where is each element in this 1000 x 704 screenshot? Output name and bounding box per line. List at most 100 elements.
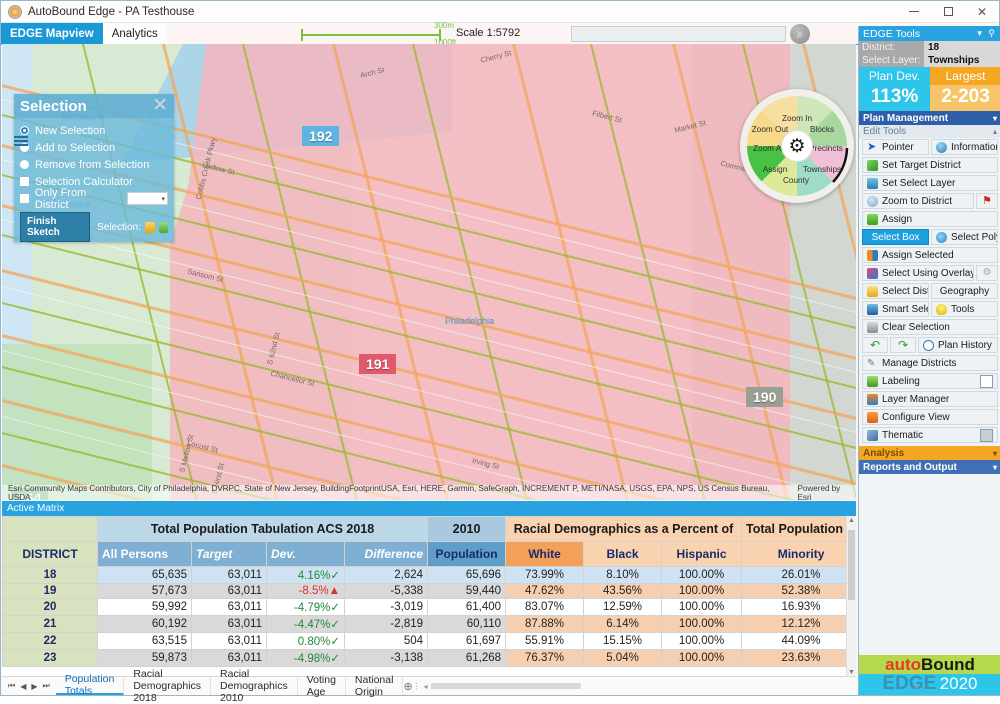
tool-configure-view[interactable]: Configure View bbox=[862, 409, 998, 425]
scroll-grip-icon[interactable]: ⋮ bbox=[413, 682, 421, 691]
tool-zoom-to-district[interactable]: Zoom to District bbox=[862, 193, 974, 209]
sheet-tab-racial-demographics-2010[interactable]: Racial Demographics 2010 bbox=[211, 668, 298, 704]
cell-district[interactable]: 19 bbox=[2, 583, 98, 599]
cell-district[interactable]: 22 bbox=[2, 632, 98, 650]
sheet-tab-voting-age[interactable]: Voting Age bbox=[298, 674, 346, 698]
lock-green-icon[interactable] bbox=[158, 221, 168, 233]
cell-minority[interactable]: 16.93% bbox=[741, 598, 856, 616]
tool-assign-selected[interactable]: Assign Selected bbox=[862, 247, 998, 263]
col-minority[interactable]: Minority bbox=[741, 541, 856, 567]
table-row[interactable]: 22 63,515 63,011 0.80%✓ 504 61,697 55.91% 15.15… bbox=[2, 632, 856, 650]
chevron-up-icon[interactable]: ▴ bbox=[993, 127, 997, 136]
thematic-checkbox[interactable] bbox=[980, 428, 993, 442]
cell-all-persons[interactable]: 57,673 bbox=[97, 583, 192, 599]
cell-difference[interactable]: 2,624 bbox=[343, 566, 429, 584]
tool-plan-history[interactable]: Plan History bbox=[918, 337, 998, 353]
wheel-segment-county[interactable]: County bbox=[773, 176, 819, 185]
maximize-button[interactable] bbox=[931, 1, 965, 22]
tool-select-poly[interactable]: Select Poly bbox=[931, 229, 998, 245]
cell-black[interactable]: 6.14% bbox=[583, 615, 663, 633]
tool-geography[interactable]: Geography bbox=[931, 283, 998, 299]
cell-white[interactable]: 83.07% bbox=[505, 598, 585, 616]
search-input[interactable] bbox=[571, 26, 786, 42]
cell-white[interactable]: 87.88% bbox=[505, 615, 585, 633]
cell-all-persons[interactable]: 59,873 bbox=[97, 649, 192, 667]
cell-target[interactable]: 63,011 bbox=[191, 649, 267, 667]
tool-tools[interactable]: Tools bbox=[931, 301, 998, 317]
col-dev[interactable]: Dev. bbox=[266, 541, 345, 567]
scroll-left-icon[interactable]: ◂ bbox=[424, 682, 428, 691]
tool-information[interactable]: Information bbox=[931, 139, 998, 155]
cell-district[interactable]: 21 bbox=[2, 615, 98, 633]
cell-district[interactable]: 18 bbox=[2, 566, 98, 584]
col-all-persons[interactable]: All Persons bbox=[97, 541, 192, 567]
cell-district[interactable]: 23 bbox=[2, 649, 98, 667]
cell-all-persons[interactable]: 65,635 bbox=[97, 566, 192, 584]
col-population-2010[interactable]: Population bbox=[427, 541, 507, 567]
sheet-tab-racial-demographics-2018[interactable]: Racial Demographics 2018 bbox=[124, 668, 212, 704]
tool-red-flag[interactable]: ⚑ bbox=[976, 193, 998, 209]
cell-white[interactable]: 55.91% bbox=[505, 632, 585, 650]
cell-population-2010[interactable]: 61,697 bbox=[427, 632, 507, 650]
scroll-right-icon[interactable]: ▸ bbox=[915, 682, 919, 691]
chevron-down-icon[interactable]: ▾ bbox=[993, 463, 997, 472]
drag-handle-icon[interactable] bbox=[14, 136, 28, 146]
tool-labeling[interactable]: Labeling bbox=[862, 373, 998, 389]
nav-last-icon[interactable]: ⏭ bbox=[43, 681, 50, 691]
cell-white[interactable]: 73.99% bbox=[505, 566, 585, 584]
nav-prev-icon[interactable]: ◀ bbox=[20, 682, 26, 691]
minimize-button[interactable] bbox=[897, 1, 931, 22]
cell-dev[interactable]: -4.98%✓ bbox=[266, 649, 345, 667]
tab-analytics[interactable]: Analytics bbox=[102, 23, 167, 44]
col-black[interactable]: Black bbox=[583, 541, 663, 567]
col-white[interactable]: White bbox=[505, 541, 585, 567]
cell-minority[interactable]: 23.63% bbox=[741, 649, 856, 667]
checkbox-icon[interactable] bbox=[20, 194, 29, 203]
cell-minority[interactable]: 52.38% bbox=[741, 583, 856, 599]
search-icon[interactable]: ⌕ bbox=[790, 24, 810, 44]
scrollbar-thumb[interactable] bbox=[848, 530, 855, 600]
cell-hispanic[interactable]: 100.00% bbox=[661, 615, 743, 633]
table-row[interactable]: 19 57,673 63,011 -8.5%▲ -5,338 59,440 47.62% 43… bbox=[2, 583, 856, 599]
cell-population-2010[interactable]: 60,110 bbox=[427, 615, 507, 633]
undo-button[interactable]: ↶ bbox=[862, 337, 888, 353]
chevron-down-icon[interactable]: ▾ bbox=[993, 114, 997, 123]
wheel-segment-assign[interactable]: Assign bbox=[753, 165, 797, 174]
tool-clear-selection[interactable]: Clear Selection bbox=[862, 319, 998, 335]
cell-hispanic[interactable]: 100.00% bbox=[661, 632, 743, 650]
sheet-tab-population-totals[interactable]: Population Totals bbox=[55, 673, 125, 697]
table-row[interactable]: 18 65,635 63,011 4.16%✓ 2,624 65,696 73.99% 8.1… bbox=[2, 566, 856, 584]
tool-layer-manager[interactable]: Layer Manager bbox=[862, 391, 998, 407]
lock-yellow-icon[interactable] bbox=[145, 221, 155, 233]
cell-black[interactable]: 43.56% bbox=[583, 583, 663, 599]
map-navigation-wheel[interactable]: Zoom In Blocks Precincts Townships Count… bbox=[740, 89, 854, 203]
nav-next-icon[interactable]: ▶ bbox=[31, 682, 37, 691]
cell-dev[interactable]: 4.16%✓ bbox=[266, 566, 345, 584]
tool-set-target-district[interactable]: Set Target District bbox=[862, 157, 998, 173]
option-add-to-selection[interactable]: Add to Selection bbox=[20, 139, 168, 156]
close-icon[interactable]: ✕ bbox=[152, 96, 168, 115]
tool-set-select-layer[interactable]: Set Select Layer bbox=[862, 175, 998, 191]
cell-target[interactable]: 63,011 bbox=[191, 566, 267, 584]
col-difference[interactable]: Difference bbox=[343, 541, 429, 567]
finish-sketch-button[interactable]: Finish Sketch bbox=[20, 212, 91, 242]
close-button[interactable]: ✕ bbox=[965, 1, 999, 22]
select-layer-value[interactable]: Townships bbox=[924, 54, 1000, 67]
radio-icon[interactable] bbox=[20, 126, 29, 135]
cell-all-persons[interactable]: 59,992 bbox=[97, 598, 192, 616]
nav-first-icon[interactable]: ⏮ bbox=[8, 681, 15, 691]
tab-edge-mapview[interactable]: EDGE Mapview bbox=[1, 23, 103, 44]
tool-assign[interactable]: Assign bbox=[862, 211, 998, 227]
table-row[interactable]: 20 59,992 63,011 -4.79%✓ -3,019 61,400 83.07% 1… bbox=[2, 598, 856, 616]
cell-difference[interactable]: -2,819 bbox=[343, 615, 429, 633]
col-hispanic[interactable]: Hispanic bbox=[661, 541, 743, 567]
cell-district[interactable]: 20 bbox=[2, 598, 98, 616]
district-dropdown[interactable]: ▾ bbox=[126, 192, 168, 205]
tool-overlay-settings[interactable]: ⚙ bbox=[976, 265, 998, 281]
option-new-selection[interactable]: New Selection bbox=[20, 122, 168, 139]
cell-difference[interactable]: -3,019 bbox=[343, 598, 429, 616]
col-district[interactable]: DISTRICT bbox=[2, 541, 98, 567]
tool-select-district[interactable]: Select District bbox=[862, 283, 929, 299]
cell-target[interactable]: 63,011 bbox=[191, 615, 267, 633]
cell-hispanic[interactable]: 100.00% bbox=[661, 566, 743, 584]
